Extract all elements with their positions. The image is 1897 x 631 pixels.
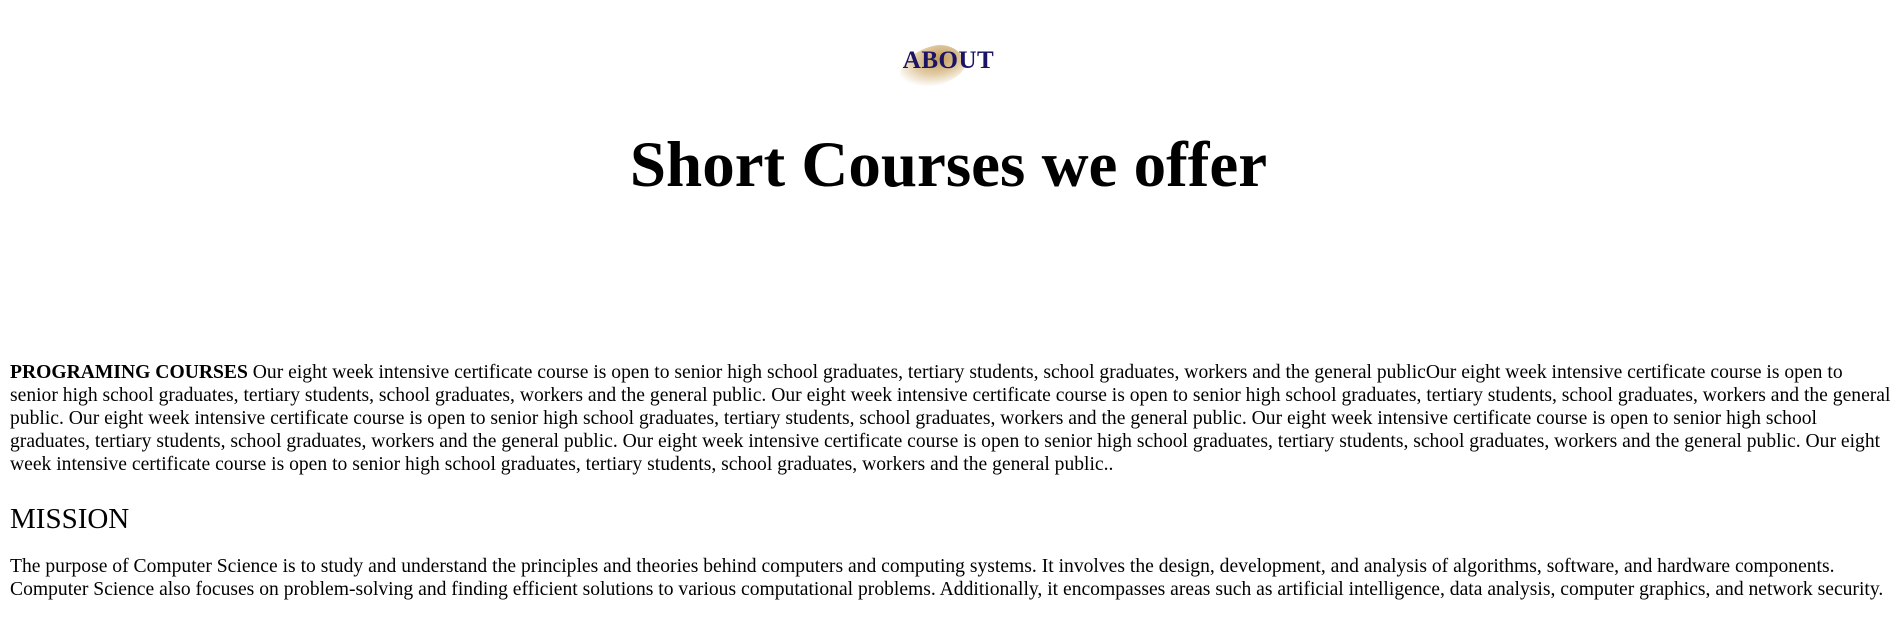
page: ABOUT Short Courses we offer PROGRAMING … [0,0,1897,631]
programming-courses-paragraph: PROGRAMING COURSES Our eight week intens… [10,361,1895,476]
about-section: ABOUT [0,39,1897,95]
about-link[interactable]: ABOUT [892,39,995,95]
page-title: Short Courses we offer [629,129,1268,201]
mission-heading: MISSION [10,503,130,535]
mission-text: The purpose of Computer Science is to st… [10,556,1884,600]
about-label-text: ABOUT [902,47,995,74]
programming-courses-heading: PROGRAMING COURSES [10,362,248,383]
programming-courses-text: Our eight week intensive certificate cou… [10,362,1891,475]
